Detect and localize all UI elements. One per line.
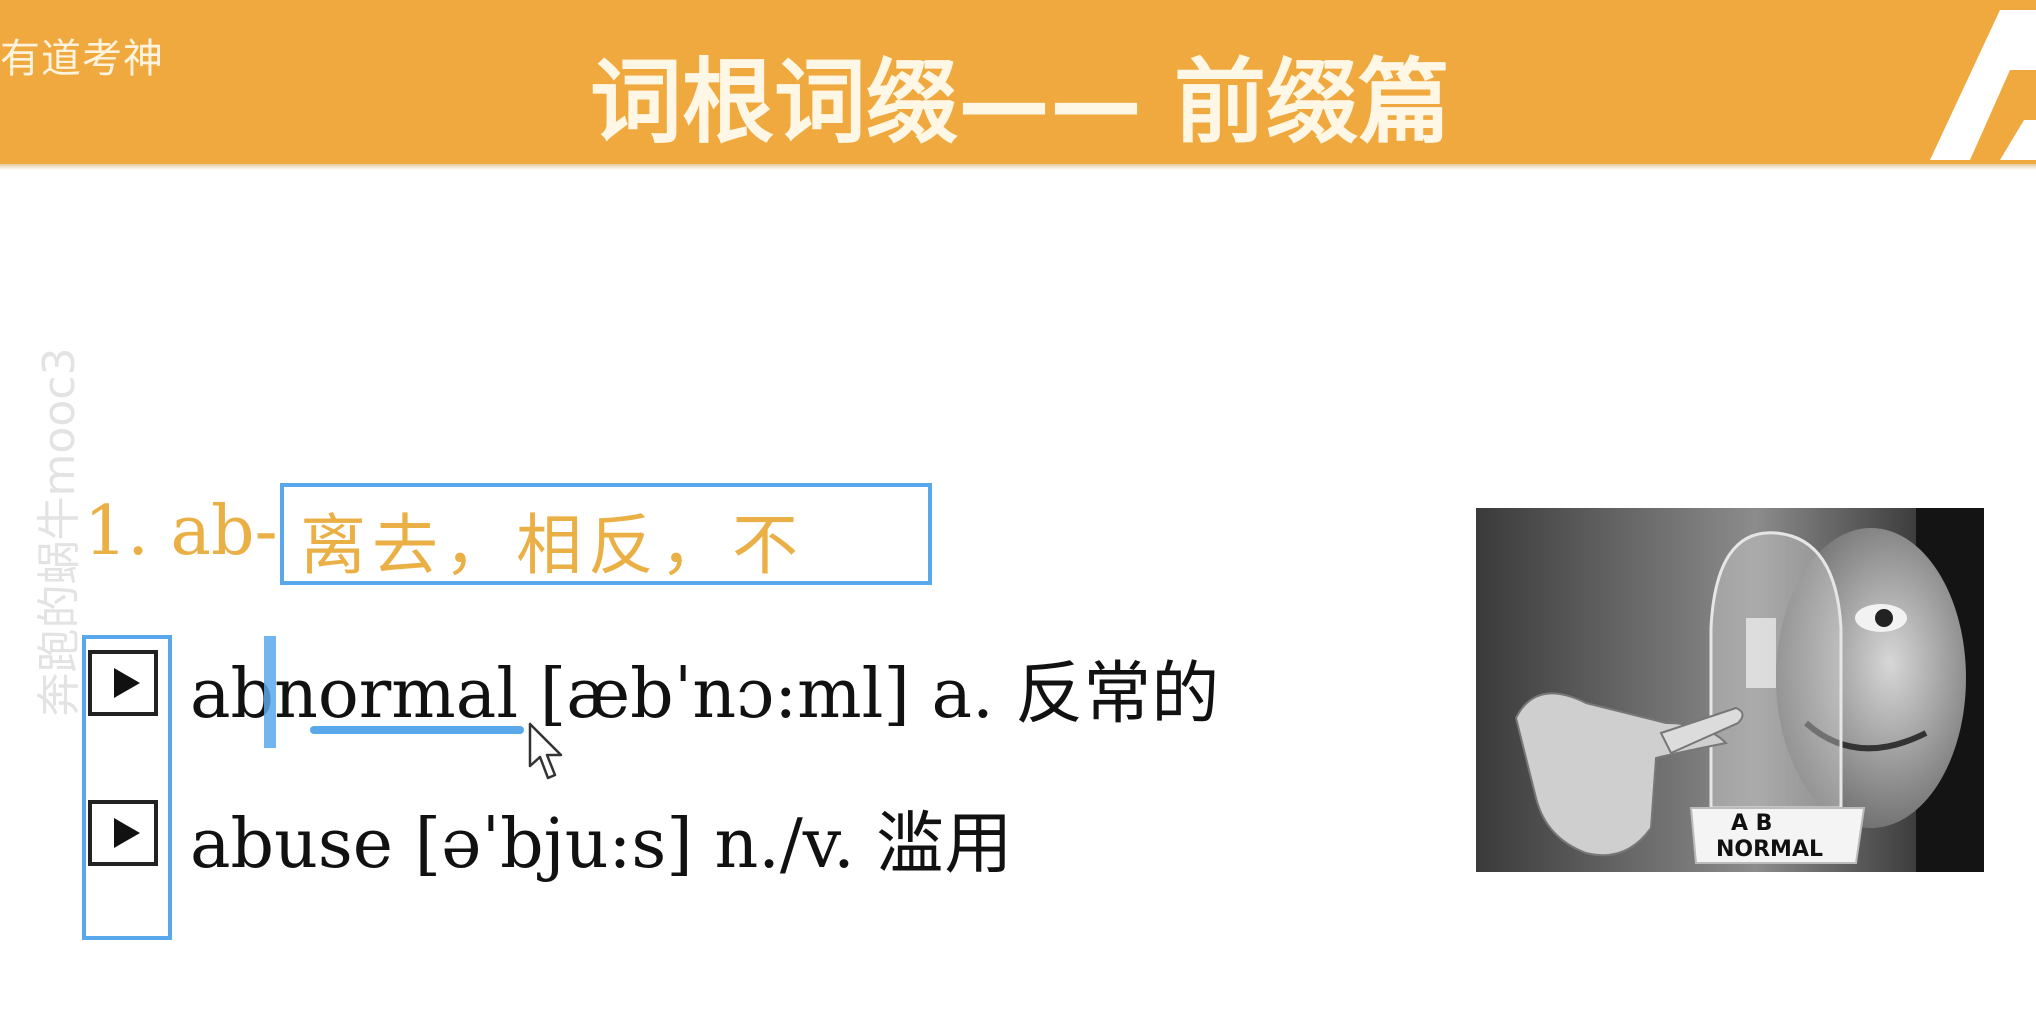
abnormal-photo: A B NORMAL bbox=[1476, 508, 1984, 872]
prefix-label: 1. ab- bbox=[84, 492, 278, 571]
text-highlight-caret bbox=[264, 636, 276, 748]
banner-shadow bbox=[0, 164, 2036, 170]
watermark: 奔跑的蜗牛mooc3 bbox=[34, 347, 85, 717]
mouse-pointer-icon bbox=[528, 722, 563, 780]
triangle-logo-icon bbox=[1930, 10, 2036, 160]
prefix-meaning: 离去，相反，不 bbox=[300, 507, 804, 584]
header-banner: 有道考神 词根词缀—— 前缀篇 bbox=[0, 0, 2036, 164]
word-entry: abuse [əˈbju:s] n./v. 滥用 bbox=[190, 805, 1013, 884]
sign-text-line2: NORMAL bbox=[1716, 837, 1823, 862]
word-entry: abnormal [æbˈnɔ:ml] a. 反常的 bbox=[190, 655, 1220, 734]
abnormal-illustration: A B NORMAL bbox=[1476, 508, 1984, 872]
sign-text-line1: A B bbox=[1731, 811, 1772, 836]
play-audio-button[interactable] bbox=[88, 650, 158, 716]
slide-title: 词根词缀—— 前缀篇 bbox=[590, 49, 1451, 156]
underline-annotation bbox=[310, 726, 524, 734]
play-audio-button[interactable] bbox=[88, 800, 158, 866]
brand-logo-text: 有道考神 bbox=[0, 36, 164, 82]
